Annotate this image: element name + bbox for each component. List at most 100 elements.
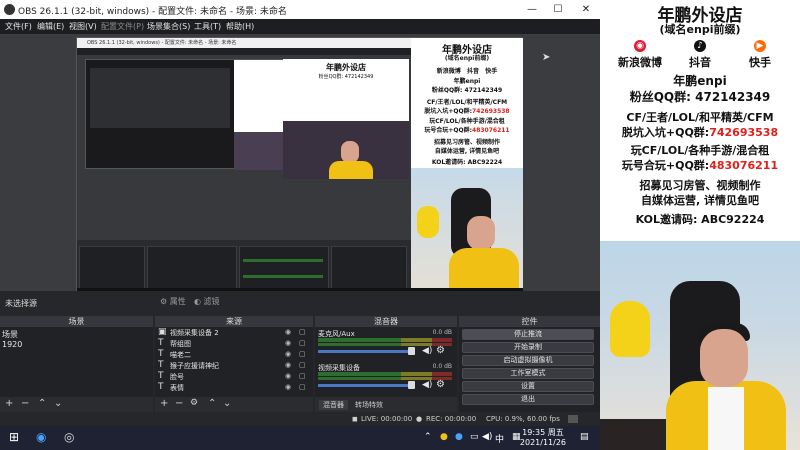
social-douyin-label: 抖音	[689, 56, 711, 69]
gear-icon[interactable]: ⚙	[436, 345, 445, 356]
inner-social-weibo: 新浪微博	[436, 68, 461, 75]
source-item[interactable]: T 表情 ◉ ▢	[157, 383, 311, 393]
source-label: 帮组图	[170, 340, 191, 348]
ime-indicator[interactable]: 中	[495, 432, 504, 445]
remove-source-button[interactable]: −	[175, 398, 183, 409]
move-up-icon[interactable]: ⌃	[208, 398, 216, 409]
lock-icon[interactable]: ▢	[299, 383, 306, 391]
lock-icon[interactable]: ▢	[299, 350, 306, 358]
menu-edit[interactable]: 编辑(E)	[37, 21, 64, 32]
sources-header: 来源	[155, 316, 313, 327]
eye-icon[interactable]: ◉	[285, 328, 291, 336]
studio-mode-button[interactable]: 工作室模式	[462, 368, 594, 379]
source-item[interactable]: ▣ 视频采集设备 2 ◉ ▢	[157, 328, 311, 338]
sources-list: ▣ 视频采集设备 2 ◉ ▢ T 帮组图 ◉ ▢ T 喵老二 ◉ ▢ T 猴子应…	[155, 327, 313, 397]
window-titlebar[interactable]: OBS 26.1.1 (32-bit, windows) - 配置文件: 未命名…	[0, 0, 600, 19]
menu-help[interactable]: 帮助(H)	[226, 21, 254, 32]
poster-line1: CF/王者/LOL/和平精英/CFM	[626, 111, 774, 124]
settings-button[interactable]: 设置	[462, 381, 594, 392]
lock-icon[interactable]: ▢	[299, 372, 306, 380]
video-capture-icon: ▣	[158, 327, 167, 337]
windows-start-icon[interactable]: ⊞	[9, 430, 19, 444]
browser-icon[interactable]: ◉	[36, 430, 46, 444]
minimize-button[interactable]: —	[522, 2, 542, 17]
menu-tools[interactable]: 工具(T)	[194, 21, 221, 32]
close-button[interactable]: ✕	[576, 2, 596, 17]
speaker-icon[interactable]: ◀)	[422, 380, 432, 390]
gear-icon[interactable]: ⚙	[436, 379, 445, 390]
volume-slider[interactable]	[318, 350, 410, 353]
eye-icon[interactable]: ◉	[285, 339, 291, 347]
preview-canvas[interactable]: OBS 26.1.1 (32-bit, windows) - 配置文件: 未命名…	[76, 37, 523, 298]
menu-file[interactable]: 文件(F)	[5, 21, 32, 32]
controls-dock: 控件 停止推流 开始录制 启动虚拟摄像机 工作室模式 设置 退出	[459, 316, 600, 412]
tab-transitions[interactable]: 转场特效	[355, 400, 383, 410]
exit-button[interactable]: 退出	[462, 394, 594, 405]
menu-profile[interactable]: 配置文件(P)	[101, 21, 144, 32]
eye-icon[interactable]: ◉	[285, 361, 291, 369]
obs-taskbar-icon[interactable]: ◎	[64, 430, 74, 444]
tray-app-icon[interactable]: ●	[455, 432, 463, 442]
social-kuaishou: ▶ 快手	[730, 40, 790, 70]
poster-line2-label: 脱坑入坑+QQ群:	[621, 126, 710, 139]
source-item[interactable]: T 喵老二 ◉ ▢	[157, 350, 311, 360]
add-scene-button[interactable]: +	[5, 398, 13, 409]
volume-icon[interactable]: ◀)	[482, 432, 492, 442]
poster-line4-label: 玩号合玩+QQ群:	[621, 159, 710, 172]
move-up-icon[interactable]: ⌃	[38, 398, 46, 409]
notification-icon[interactable]: ▤	[580, 432, 589, 442]
screen: OBS 26.1.1 (32-bit, windows) - 配置文件: 未命名…	[0, 0, 800, 450]
eye-icon[interactable]: ◉	[285, 372, 291, 380]
poster-line4-number: 483076211	[709, 159, 779, 172]
lock-icon[interactable]: ▢	[299, 339, 306, 347]
lock-icon[interactable]: ▢	[299, 328, 306, 336]
eye-icon[interactable]: ◉	[285, 350, 291, 358]
menu-scene-collection[interactable]: 场景集合(S)	[147, 21, 190, 32]
live-time: LIVE: 00:00:00	[361, 415, 413, 423]
inner-cam-body	[449, 248, 519, 288]
lock-icon[interactable]: ▢	[299, 361, 306, 369]
network-icon[interactable]: ▭	[470, 432, 479, 442]
controls-header: 控件	[459, 316, 600, 327]
volume-slider-handle[interactable]	[408, 381, 415, 389]
properties-button[interactable]: ⚙ 属性	[160, 296, 186, 307]
clock-date: 2021/11/26	[519, 438, 566, 447]
speaker-icon[interactable]: ◀)	[422, 346, 432, 356]
source-settings-gear-icon[interactable]: ⚙	[190, 398, 198, 408]
inner-poster-line7: KOL邀请码: ABC92224	[431, 159, 503, 166]
volume-slider-handle[interactable]	[408, 347, 415, 355]
start-recording-button[interactable]: 开始录制	[462, 342, 594, 353]
inner-line4-number: 483076211	[472, 127, 510, 134]
menu-view[interactable]: 视图(V)	[69, 21, 97, 32]
tray-chevron-icon[interactable]: ⌃	[424, 432, 432, 442]
move-down-icon[interactable]: ⌄	[54, 398, 62, 409]
move-down-icon[interactable]: ⌄	[223, 398, 231, 409]
taskbar-clock[interactable]: 19:35 周五 2021/11/26	[520, 428, 566, 448]
inner-line2-label: 脱坑入坑+QQ群:	[424, 108, 473, 115]
tab-mixer[interactable]: 混音器	[319, 400, 348, 410]
mini-person-body	[329, 161, 373, 179]
add-source-button[interactable]: +	[160, 398, 168, 409]
volume-slider[interactable]	[318, 384, 410, 387]
mini-mixer	[239, 246, 329, 292]
stop-streaming-button[interactable]: 停止推流	[462, 329, 594, 340]
mini-controls	[331, 246, 407, 292]
scene-item[interactable]: 场景	[2, 329, 18, 340]
tray-app-icon[interactable]: ●	[440, 432, 448, 442]
filters-button[interactable]: ◐ 滤镜	[194, 296, 220, 307]
source-item[interactable]: T 帮组图 ◉ ▢	[157, 339, 311, 349]
poster-line2: 脱坑入坑+QQ群:742693538	[600, 124, 800, 140]
scenes-list: 场景 1920	[0, 327, 153, 397]
mini-obs-title: OBS 26.1.1 (32-bit, windows) - 配置文件: 未命名…	[77, 38, 411, 48]
source-item[interactable]: T 脸号 ◉ ▢	[157, 372, 311, 382]
remove-scene-button[interactable]: −	[21, 398, 29, 409]
start-virtual-camera-button[interactable]: 启动虚拟摄像机	[462, 355, 594, 366]
webcam-inner	[411, 168, 523, 288]
scenes-toolbar: + − ⌃ ⌄	[0, 397, 153, 412]
scene-item[interactable]: 1920	[2, 340, 22, 349]
source-label: 视频采集设备 2	[170, 329, 219, 337]
maximize-button[interactable]: ☐	[548, 2, 568, 17]
eye-icon[interactable]: ◉	[285, 383, 291, 391]
source-item[interactable]: T 猴子应援请神纪 ◉ ▢	[157, 361, 311, 371]
resize-grip-icon[interactable]	[568, 415, 578, 423]
